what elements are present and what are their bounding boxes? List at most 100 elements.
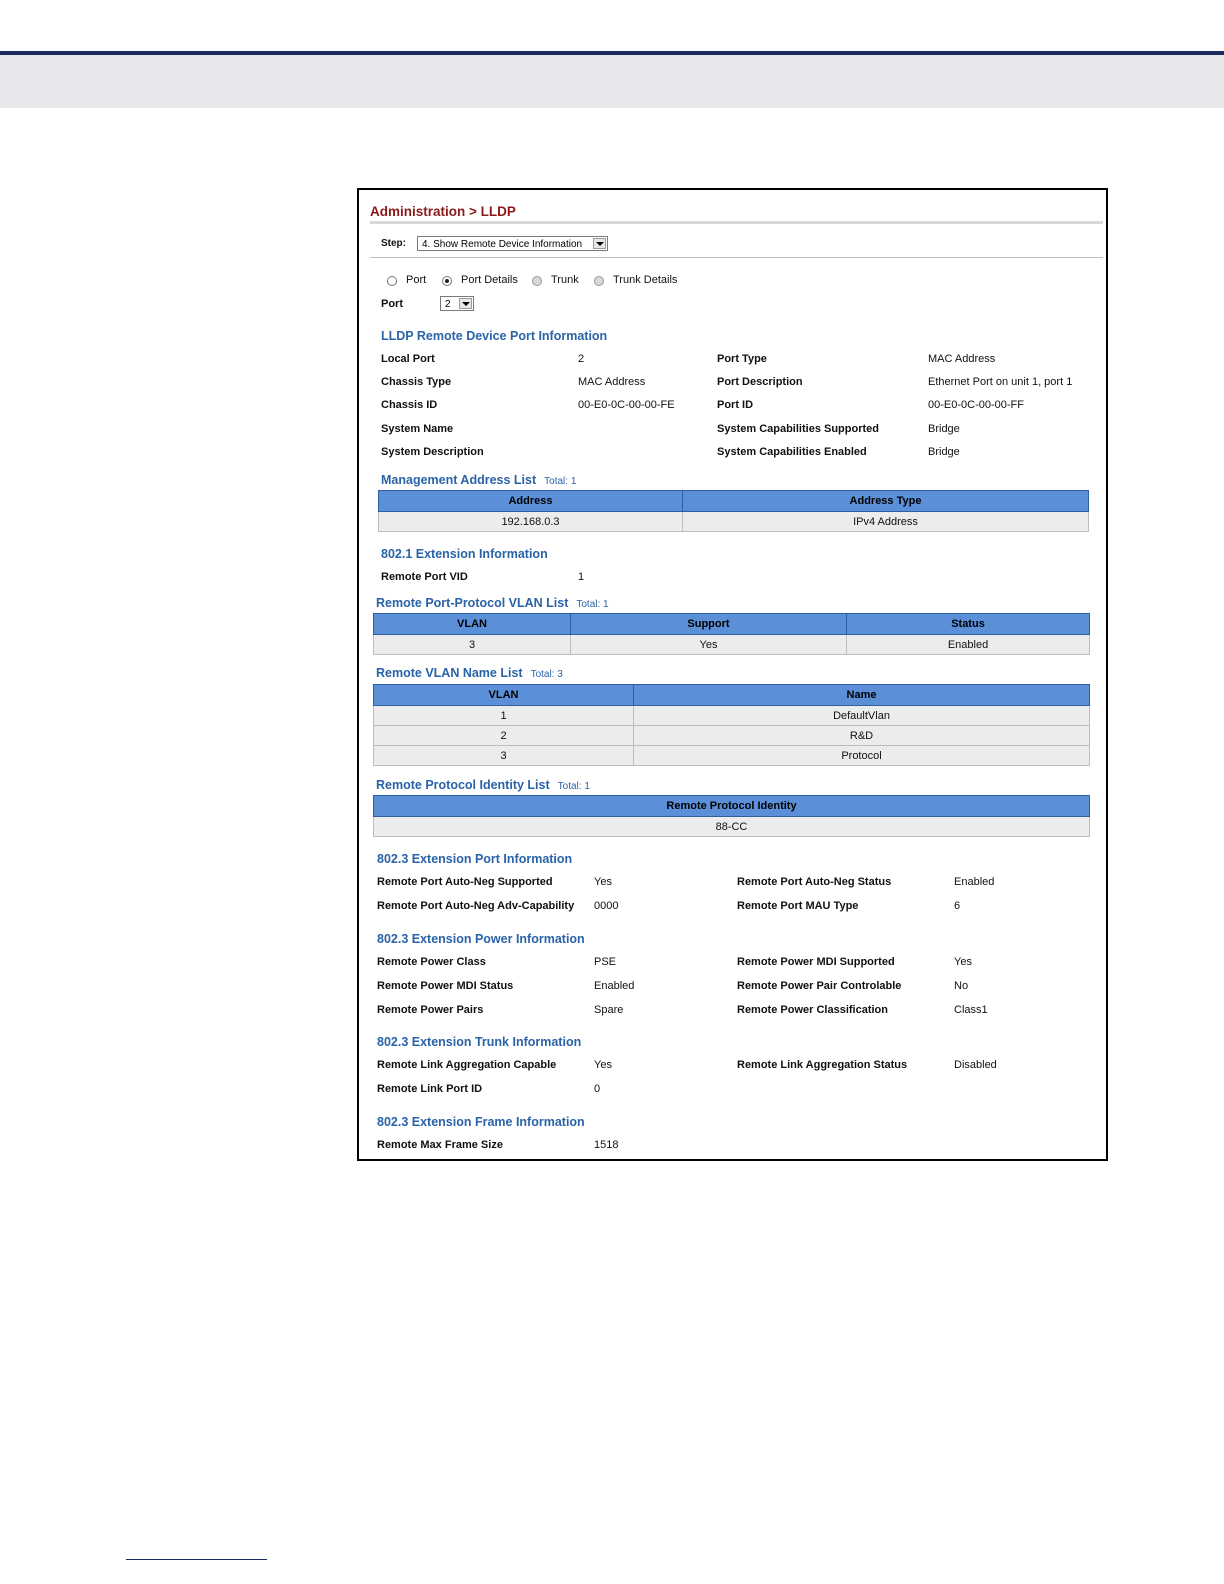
info-value: 00-E0-0C-00-00-FE	[578, 399, 675, 411]
info-value: Enabled	[594, 980, 635, 992]
cell-vlan: 3	[373, 745, 634, 766]
info-value: PSE	[594, 956, 617, 968]
info-value: Bridge	[928, 423, 960, 435]
info-label: Remote Power MDI Supported	[737, 956, 895, 968]
info-label: System Capabilities Supported	[717, 423, 879, 435]
protocol-id-list-title-text: Remote Protocol Identity List	[376, 778, 550, 792]
info-value: MAC Address	[928, 353, 996, 365]
info-value: Enabled	[954, 876, 995, 888]
cell-support: Yes	[570, 634, 847, 655]
info-label: Remote Link Port ID	[377, 1083, 483, 1095]
ppvlan-list-total: Total: 1	[576, 599, 609, 610]
step-select-value: 4. Show Remote Device Information	[422, 239, 583, 250]
info-label: Local Port	[381, 353, 435, 365]
port-select[interactable]: 2	[440, 296, 474, 311]
cell-name: Protocol	[633, 745, 1090, 766]
ppvlan-table: VLAN Support Status 3 Yes Enabled	[373, 613, 1090, 655]
info-label: System Capabilities Enabled	[717, 446, 867, 458]
mgmt-list-total: Total: 1	[544, 476, 577, 487]
info-value: 0000	[594, 900, 619, 912]
info-label: Remote Link Aggregation Status	[737, 1059, 908, 1071]
info-value: 0	[594, 1083, 601, 1095]
info-value: 2	[578, 353, 585, 365]
col-address: Address	[378, 490, 683, 512]
table-row: 3 Yes Enabled	[373, 634, 1090, 655]
info-label: Remote Port MAU Type	[737, 900, 859, 912]
table-row: 192.168.0.3 IPv4 Address	[378, 511, 1089, 532]
info-value: Yes	[954, 956, 972, 968]
info-value: 1518	[594, 1139, 619, 1151]
mgmt-list-title-text: Management Address List	[381, 473, 537, 487]
port-info-title: LLDP Remote Device Port Information	[381, 329, 608, 343]
info-value: Ethernet Port on unit 1, port 1	[928, 376, 1073, 388]
radio-trunk-details-label: Trunk Details	[613, 274, 678, 286]
chevron-down-icon[interactable]	[593, 238, 606, 249]
port-select-value: 2	[445, 299, 451, 310]
info-label: Remote Port Auto-Neg Status	[737, 876, 892, 888]
radio-port-details[interactable]	[442, 276, 452, 286]
chevron-down-icon[interactable]	[459, 298, 472, 309]
ppvlan-list-title: Remote Port-Protocol VLAN List Total: 1	[376, 596, 609, 610]
protocol-id-table: Remote Protocol Identity 88-CC	[373, 795, 1090, 837]
info-value: Class1	[954, 1004, 988, 1016]
step-divider	[370, 257, 1103, 258]
vlan-name-list-total: Total: 3	[530, 669, 563, 680]
table-row: 88-CC	[373, 816, 1090, 837]
cell-status: Enabled	[846, 634, 1090, 655]
lldp-screenshot-frame: Administration > LLDP Step: 4. Show Remo…	[357, 188, 1108, 1161]
protocol-id-list-total: Total: 1	[557, 781, 590, 792]
header-band	[0, 55, 1224, 108]
ext-8023-frame-title: 802.3 Extension Frame Information	[377, 1115, 585, 1129]
info-label: Remote Link Aggregation Capable	[377, 1059, 557, 1071]
cell-address-type: IPv4 Address	[682, 511, 1089, 532]
col-vlan: VLAN	[373, 613, 571, 635]
ppvlan-list-title-text: Remote Port-Protocol VLAN List	[376, 596, 569, 610]
ext-8023-power-title: 802.3 Extension Power Information	[377, 932, 585, 946]
cell-vlan: 3	[373, 634, 571, 655]
vlan-name-table: VLAN Name 1 DefaultVlan 2 R&D 3 Protocol	[373, 684, 1090, 766]
ext-8023-port-title: 802.3 Extension Port Information	[377, 852, 573, 866]
cell-vlan: 1	[373, 705, 634, 726]
footer-rule	[126, 1559, 267, 1560]
ext-8023-trunk-title: 802.3 Extension Trunk Information	[377, 1035, 582, 1049]
table-row: 1 DefaultVlan	[373, 705, 1090, 726]
col-vlan: VLAN	[373, 684, 634, 706]
info-label: Remote Max Frame Size	[377, 1139, 503, 1151]
step-select[interactable]: 4. Show Remote Device Information	[417, 236, 608, 251]
info-label: Chassis Type	[381, 376, 452, 388]
info-value: Yes	[594, 1059, 612, 1071]
breadcrumb-divider	[370, 221, 1103, 224]
info-value: MAC Address	[578, 376, 646, 388]
info-label: System Description	[381, 446, 484, 458]
cell-protocol-identity: 88-CC	[373, 816, 1090, 837]
info-value: 6	[954, 900, 961, 912]
info-label: Remote Power MDI Status	[377, 980, 514, 992]
info-value: 1	[578, 571, 585, 583]
info-label: Remote Power Pairs	[377, 1004, 484, 1016]
vlan-name-list-title: Remote VLAN Name List Total: 3	[376, 666, 563, 680]
info-value: Disabled	[954, 1059, 997, 1071]
ext-8021-title: 802.1 Extension Information	[381, 547, 548, 561]
info-label: Remote Port Auto-Neg Adv-Capability	[377, 900, 575, 912]
mgmt-address-table: Address Address Type 192.168.0.3 IPv4 Ad…	[378, 490, 1089, 532]
table-row: 3 Protocol	[373, 745, 1090, 766]
info-label: Remote Port VID	[381, 571, 468, 583]
col-status: Status	[846, 613, 1090, 635]
col-remote-protocol-identity: Remote Protocol Identity	[373, 795, 1090, 817]
col-address-type: Address Type	[682, 490, 1089, 512]
radio-trunk[interactable]	[532, 276, 542, 286]
radio-port-label: Port	[406, 274, 427, 286]
info-label: Port Description	[717, 376, 803, 388]
breadcrumb: Administration > LLDP	[370, 204, 516, 219]
port-label: Port	[381, 298, 403, 310]
radio-trunk-details[interactable]	[594, 276, 604, 286]
radio-port[interactable]	[387, 276, 397, 286]
cell-address: 192.168.0.3	[378, 511, 683, 532]
step-label: Step:	[381, 238, 406, 249]
info-value: Yes	[594, 876, 612, 888]
cell-name: R&D	[633, 725, 1090, 746]
cell-vlan: 2	[373, 725, 634, 746]
info-label: Port Type	[717, 353, 767, 365]
col-support: Support	[570, 613, 847, 635]
vlan-name-list-title-text: Remote VLAN Name List	[376, 666, 523, 680]
